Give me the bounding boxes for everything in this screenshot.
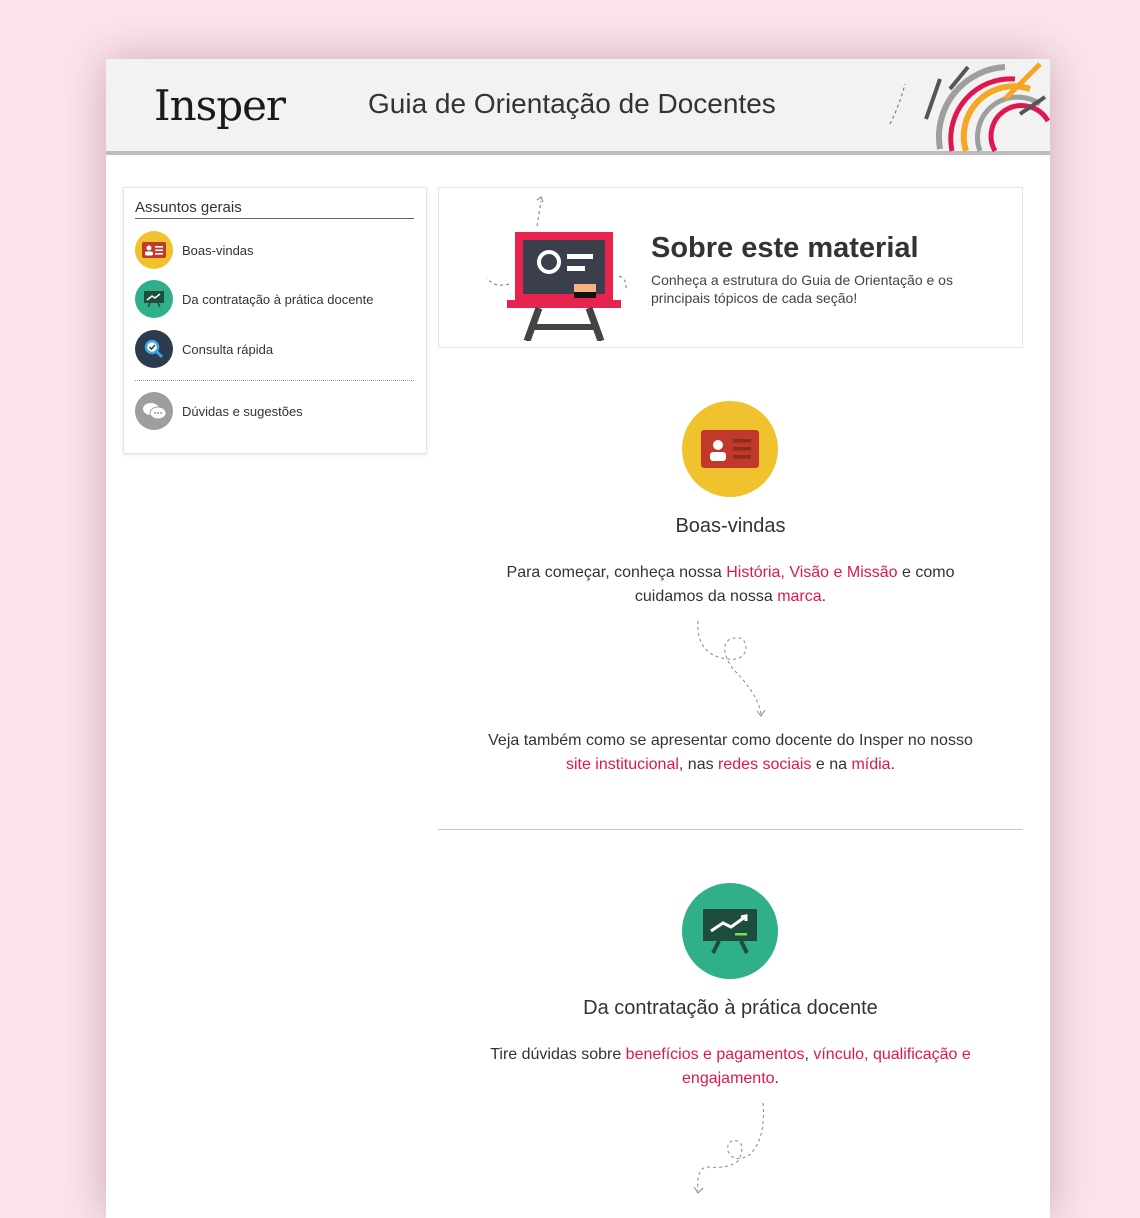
sidebar-item-consulta-rapida[interactable]: Consulta rápida <box>135 330 273 368</box>
text-span: Para começar, conheça nossa <box>506 564 727 581</box>
text-span: . <box>890 756 896 773</box>
section-boas-vindas: Boas-vindas Para começar, conheça nossa … <box>438 401 1023 801</box>
about-description: Conheça a estrutura do Guia de Orientaçã… <box>651 272 953 306</box>
link-midia[interactable]: mídia <box>851 756 890 773</box>
link-redes-sociais[interactable]: redes sociais <box>718 756 811 773</box>
sidebar-item-label: Consulta rápida <box>182 341 274 357</box>
link-historia[interactable]: História, Visão e Missão <box>726 564 897 581</box>
sidebar-item-duvidas[interactable]: Dúvidas e sugestões <box>135 392 303 430</box>
presentation-board-icon <box>682 883 778 979</box>
section-contratacao: Da contratação à prática docente Tire dú… <box>438 883 1023 1218</box>
sidebar-item-label: Boas-vindas <box>182 242 254 258</box>
section-divider <box>438 829 1023 830</box>
chalkboard-easel-icon <box>486 196 627 341</box>
dashed-squiggle-icon <box>697 620 766 717</box>
sidebar-item-contratacao[interactable]: Da contratação à prática docente <box>135 280 374 318</box>
magnifier-icon <box>135 330 173 368</box>
link-beneficios[interactable]: benefícios e pagamentos <box>626 1046 805 1063</box>
chat-bubbles-icon <box>135 392 173 430</box>
link-marca[interactable]: marca <box>777 588 821 605</box>
about-title: Sobre este material <box>651 232 919 264</box>
text-span: Tire dúvidas sobre <box>490 1046 626 1063</box>
text-span: . <box>821 588 827 605</box>
section-text: Veja também como se apresentar como doce… <box>478 729 983 777</box>
section-text: Para começar, conheça nossa História, Vi… <box>478 561 983 609</box>
sidebar-item-boas-vindas[interactable]: Boas-vindas <box>135 231 254 269</box>
dashed-squiggle-icon <box>693 1102 764 1194</box>
sidebar-divider <box>135 380 414 381</box>
sidebar: Assuntos gerais Boas-vindas Da contrataç… <box>123 187 427 454</box>
section-text: Tire dúvidas sobre benefícios e pagament… <box>478 1043 983 1091</box>
section-title: Da contratação à prática docente <box>583 997 878 1019</box>
id-card-icon <box>682 401 778 497</box>
header: Insper Guia de Orientação de Docentes <box>106 59 1050 155</box>
sidebar-item-label: Da contratação à prática docente <box>182 291 374 307</box>
text-span: e na <box>811 756 852 773</box>
about-card[interactable]: Sobre este material Conheça a estrutura … <box>438 187 1023 348</box>
section-title: Boas-vindas <box>675 515 786 537</box>
text-span: , nas <box>678 756 719 773</box>
sidebar-title: Assuntos gerais <box>135 199 414 219</box>
insper-logo[interactable]: Insper <box>154 81 286 130</box>
app-window: Insper Guia de Orientação de Docentes As… <box>106 59 1050 1218</box>
id-card-icon <box>135 231 173 269</box>
text-span: . <box>774 1070 779 1087</box>
text-span: Veja também como se apresentar como doce… <box>488 732 973 749</box>
sidebar-item-label: Dúvidas e sugestões <box>182 403 303 419</box>
presentation-board-icon <box>135 280 173 318</box>
decorative-arcs-icon <box>889 62 1050 153</box>
link-site-institucional[interactable]: site institucional <box>566 756 679 773</box>
page-title: Guia de Orientação de Docentes <box>368 88 776 119</box>
